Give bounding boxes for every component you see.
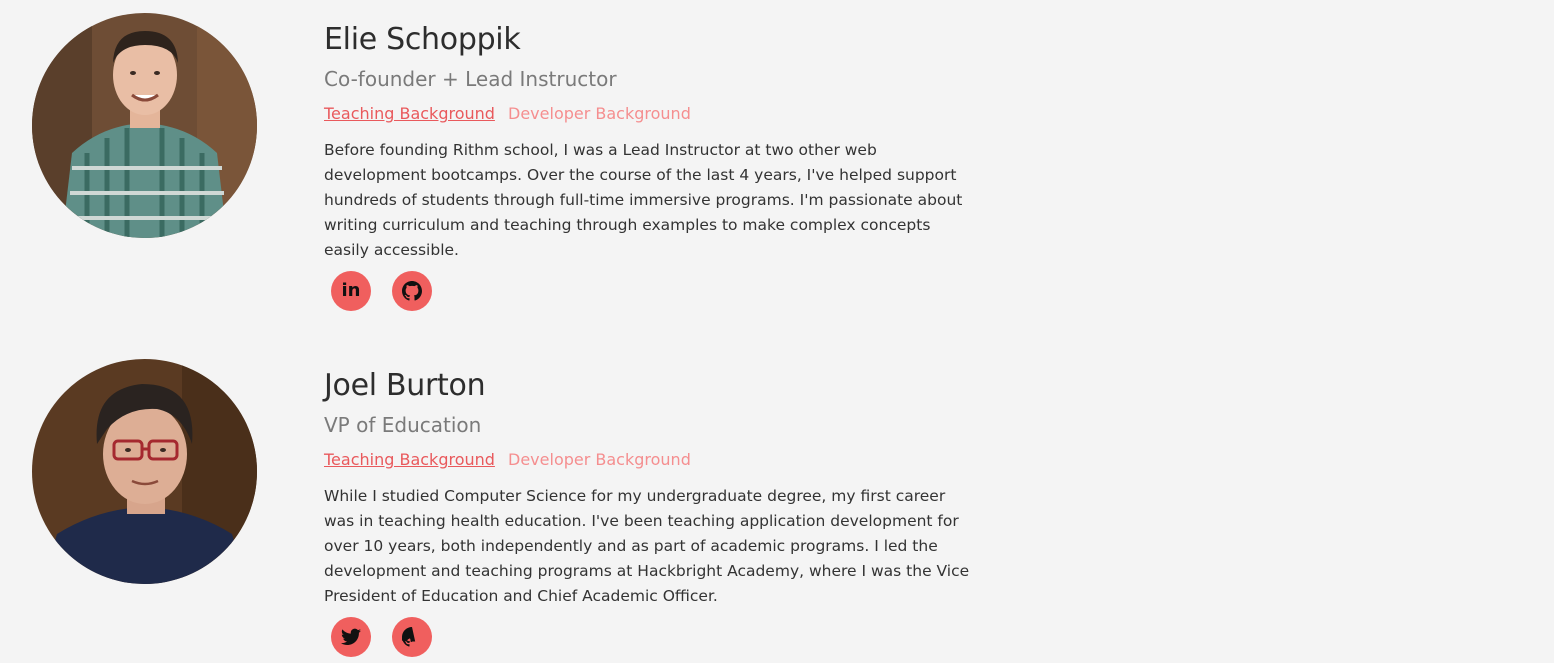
member-bio: Before founding Rithm school, I was a Le… — [324, 141, 963, 259]
tab-developer-background[interactable]: Developer Background — [508, 104, 691, 123]
github-icon — [402, 627, 416, 647]
tab-developer-background[interactable]: Developer Background — [508, 450, 691, 469]
background-tabs: Teaching Background Developer Background — [324, 98, 984, 130]
member-info: Elie Schoppik Co-founder + Lead Instruct… — [324, 20, 984, 311]
tab-teaching-background[interactable]: Teaching Background — [324, 104, 495, 123]
member-name: Joel Burton — [324, 368, 486, 403]
member-bio: While I studied Computer Science for my … — [324, 487, 970, 605]
member-info: Joel Burton VP of Education Teaching Bac… — [324, 366, 984, 657]
github-button[interactable] — [392, 617, 432, 657]
portrait-photo — [32, 359, 257, 584]
avatar — [32, 13, 257, 238]
twitter-icon — [341, 628, 361, 645]
social-links: in — [324, 271, 984, 311]
team-section: Elie Schoppik Co-founder + Lead Instruct… — [0, 0, 1554, 663]
github-button[interactable] — [392, 271, 432, 311]
background-tabs: Teaching Background Developer Background — [324, 444, 984, 476]
tab-teaching-background[interactable]: Teaching Background — [324, 450, 495, 469]
member-role: VP of Education — [324, 413, 482, 437]
linkedin-icon: in — [341, 280, 361, 301]
portrait-photo — [32, 13, 257, 238]
linkedin-button[interactable]: in — [331, 271, 371, 311]
github-icon — [402, 281, 422, 301]
social-links — [324, 617, 984, 657]
avatar — [32, 359, 257, 584]
member-name: Elie Schoppik — [324, 22, 521, 57]
twitter-button[interactable] — [331, 617, 371, 657]
member-role: Co-founder + Lead Instructor — [324, 67, 617, 91]
